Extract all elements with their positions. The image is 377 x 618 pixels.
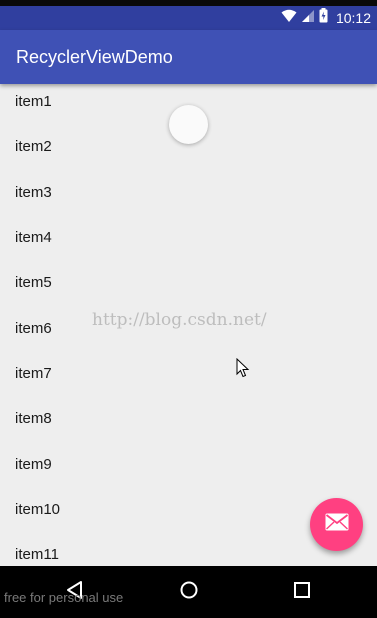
- list-item-label: item4: [15, 229, 52, 246]
- fab-mail-button[interactable]: [310, 498, 363, 551]
- list-item-label: item9: [15, 456, 52, 473]
- status-time: 10:12: [335, 10, 371, 26]
- list-item[interactable]: item8: [0, 401, 377, 446]
- watermark-text: http://blog.csdn.net/: [92, 310, 267, 330]
- list-item-label: item6: [15, 320, 52, 337]
- battery-charging-icon: [319, 8, 328, 28]
- list-item-label: item8: [15, 410, 52, 427]
- signal-icon: [301, 9, 315, 28]
- app-bar: RecyclerViewDemo: [0, 30, 377, 84]
- list-item-label: item2: [15, 138, 52, 155]
- list-item[interactable]: item3: [0, 175, 377, 220]
- list-item-label: item7: [15, 365, 52, 382]
- list-item-label: item1: [15, 93, 52, 110]
- list-item[interactable]: item5: [0, 265, 377, 310]
- list-item-label: item10: [15, 501, 61, 518]
- status-icons: 10:12: [281, 8, 371, 28]
- swipe-refresh-indicator: [169, 105, 208, 144]
- mail-icon: [325, 513, 349, 536]
- list-item-label: item11: [15, 546, 59, 563]
- status-bar: 10:12: [0, 6, 377, 30]
- list-item-label: item3: [15, 184, 52, 201]
- home-icon: [179, 580, 199, 605]
- app-title: RecyclerViewDemo: [16, 47, 173, 67]
- mouse-cursor-icon: [236, 357, 250, 378]
- list-item-label: item5: [15, 274, 52, 291]
- footer-watermark-text: free for personal use: [4, 590, 124, 605]
- navigation-bar: free for personal use: [0, 566, 377, 618]
- nav-recents-button[interactable]: [289, 579, 315, 605]
- phone-screen: 10:12 RecyclerViewDemo item1 item2 item3…: [0, 0, 377, 618]
- recents-icon: [293, 581, 311, 604]
- list-item[interactable]: item9: [0, 447, 377, 492]
- list-item[interactable]: item4: [0, 220, 377, 265]
- nav-home-button[interactable]: [176, 579, 202, 605]
- list-item[interactable]: item7: [0, 356, 377, 401]
- wifi-icon: [281, 9, 297, 28]
